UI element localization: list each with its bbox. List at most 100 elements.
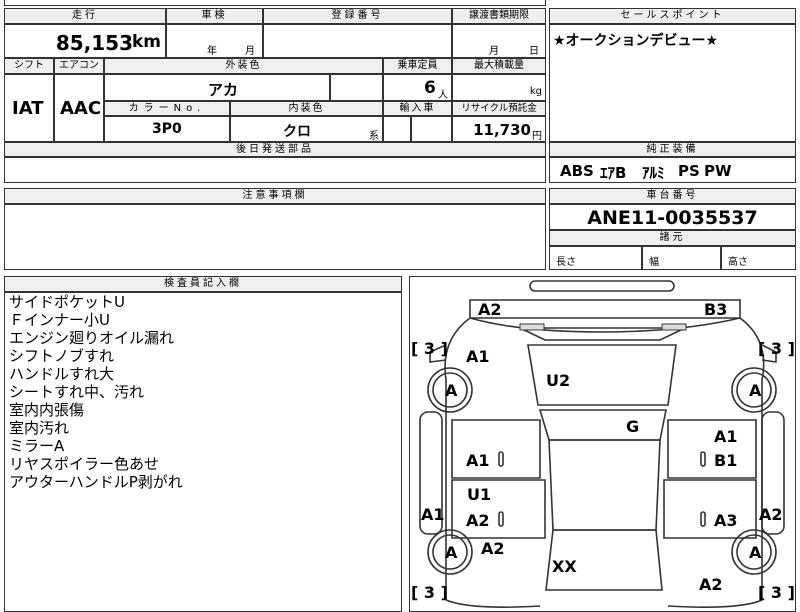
interior-color-label: 内装色 bbox=[230, 101, 383, 116]
tire-grade-front-left: [ 3 ] bbox=[411, 339, 448, 358]
transfer-deadline-label: 譲渡書類期限 bbox=[452, 8, 546, 24]
inspector-label: 検査員記入欄 bbox=[4, 276, 402, 292]
tire-grade-front-right: [ 3 ] bbox=[758, 339, 795, 358]
chassis-cell: ANE11-0035537 bbox=[549, 204, 796, 230]
damage-diagram-panel: [ 3 ] [ 3 ] [ 3 ] [ 3 ] A A A A A2 B3 A1… bbox=[409, 276, 796, 612]
exterior-color-cell: アカ bbox=[104, 74, 330, 101]
right-front-handle bbox=[700, 451, 706, 467]
color-no-cell: 3P0 bbox=[104, 116, 230, 142]
mileage-label: 走行 bbox=[4, 8, 166, 24]
width-label: 幅 bbox=[649, 257, 659, 268]
mark-hood-left: A1 bbox=[466, 347, 490, 366]
wheel-mark-rear-left: A bbox=[445, 543, 458, 562]
equipment-item-pw: PW bbox=[704, 162, 732, 180]
mark-windshield: U2 bbox=[546, 371, 570, 390]
car-outline-diagram: [ 3 ] [ 3 ] [ 3 ] [ 3 ] A A A A A2 B3 A1… bbox=[411, 280, 795, 608]
right-front-door-outline bbox=[667, 419, 757, 479]
interior-color-cell: クロ 系 bbox=[230, 116, 383, 142]
inspector-note-line: シフトノブすれ bbox=[9, 347, 115, 365]
inspector-note-line: リヤスポイラー色あせ bbox=[9, 455, 160, 473]
mark-rear-quarter-left: A2 bbox=[481, 539, 505, 558]
inspection-label: 車検 bbox=[166, 8, 263, 24]
mark-rear-door-left-b: A2 bbox=[466, 511, 490, 530]
length-label: 長さ bbox=[556, 257, 576, 268]
shift-value: IAT bbox=[12, 98, 44, 119]
roof-outline bbox=[548, 439, 661, 531]
capacity-cell: 6 人 bbox=[383, 74, 452, 101]
color-no-value: 3P0 bbox=[152, 121, 182, 137]
inspector-note-line: エンジン廻りオイル漏れ bbox=[9, 329, 175, 347]
mark-rear-door-left-a: U1 bbox=[467, 485, 491, 504]
max-load-cell: kg bbox=[452, 74, 546, 101]
import-cell-b bbox=[411, 116, 452, 142]
mark-rear-window: XX bbox=[552, 557, 577, 576]
wheel-mark-front-left: A bbox=[445, 381, 458, 400]
import-cell-a bbox=[383, 116, 411, 142]
equipment-cell: ABS ｴｱB ｱﾙﾐ PS PW bbox=[549, 157, 796, 183]
chassis-number: ANE11-0035537 bbox=[587, 207, 758, 229]
capacity-unit: 人 bbox=[438, 90, 448, 101]
left-rear-handle bbox=[498, 511, 504, 527]
length-cell: 長さ bbox=[549, 246, 642, 270]
transfer-month-unit: 月 bbox=[489, 46, 499, 57]
mark-front-door-right-b: B1 bbox=[714, 451, 737, 470]
inspector-note-line: Ｆインナー小U bbox=[9, 311, 110, 329]
exterior-color-value: アカ bbox=[208, 81, 239, 99]
mark-side-left: A1 bbox=[421, 505, 445, 524]
capacity-label: 乗車定員 bbox=[383, 58, 452, 74]
equipment-item-abs: ABS bbox=[560, 162, 594, 180]
inspector-note-line: ハンドルすれ大 bbox=[9, 365, 115, 383]
color-no-label: カラーNo. bbox=[104, 101, 230, 116]
top-cut-strip bbox=[4, 0, 546, 6]
mark-front-door-right-a: A1 bbox=[714, 427, 738, 446]
registration-cell bbox=[263, 24, 452, 58]
exterior-color-extra-cell bbox=[330, 74, 383, 101]
inspector-note-line: サイドポケットU bbox=[9, 293, 125, 311]
mark-front-left: A2 bbox=[478, 300, 502, 319]
front-grille-outline bbox=[469, 317, 741, 333]
wheel-mark-rear-right: A bbox=[749, 543, 762, 562]
inspection-cell: 年 月 bbox=[166, 24, 263, 58]
exterior-color-label: 外装色 bbox=[104, 58, 383, 74]
shift-cell: IAT bbox=[4, 74, 54, 142]
left-rear-quarter-outline bbox=[445, 599, 541, 608]
equipment-item-alloy: ｱﾙﾐ bbox=[642, 164, 665, 182]
mark-rear-right: A2 bbox=[699, 575, 723, 594]
inspector-note-line: 室内汚れ bbox=[9, 419, 70, 437]
sales-point-label: セールスポイント bbox=[549, 8, 796, 24]
right-rear-handle bbox=[700, 511, 706, 527]
mileage-cell: 85,153 km bbox=[4, 24, 166, 58]
max-load-unit: kg bbox=[529, 86, 542, 97]
recycle-label: リサイクル預託金 bbox=[452, 101, 546, 116]
transfer-deadline-cell: 月 日 bbox=[452, 24, 546, 58]
mark-side-right: A2 bbox=[759, 505, 783, 524]
height-cell: 高さ bbox=[721, 246, 796, 270]
transfer-day-unit: 日 bbox=[529, 46, 539, 57]
interior-color-suffix: 系 bbox=[369, 131, 379, 142]
mark-roof: G bbox=[626, 417, 639, 436]
registration-label: 登録番号 bbox=[263, 8, 452, 24]
front-fascia-outline bbox=[469, 299, 741, 319]
right-rear-door-outline bbox=[663, 479, 757, 539]
ac-label: エアコン bbox=[54, 58, 104, 74]
later-parts-label: 後日発送部品 bbox=[4, 142, 546, 157]
equipment-item-ps: PS bbox=[678, 162, 700, 180]
shift-label: シフト bbox=[4, 58, 54, 74]
inspector-note-line: ミラーA bbox=[9, 437, 65, 455]
sales-point-text: ★オークションデビュー★ bbox=[553, 33, 719, 49]
front-bumper-outline bbox=[529, 280, 675, 292]
mark-front-right: B3 bbox=[704, 300, 727, 319]
equipment-label: 純正装備 bbox=[549, 142, 796, 157]
inspection-month-unit: 月 bbox=[245, 46, 255, 57]
left-front-handle bbox=[498, 451, 504, 467]
wheel-mark-front-right: A bbox=[749, 381, 762, 400]
notes-label: 注意事項欄 bbox=[4, 188, 546, 204]
height-label: 高さ bbox=[728, 257, 748, 268]
recycle-unit: 円 bbox=[532, 131, 542, 142]
inspection-year-unit: 年 bbox=[207, 46, 217, 57]
hood-vent-right bbox=[661, 323, 687, 331]
right-rear-quarter-outline bbox=[667, 599, 763, 608]
chassis-label: 車台番号 bbox=[549, 188, 796, 204]
sales-point-cell: ★オークションデビュー★ bbox=[549, 24, 796, 142]
inspector-note-line: シートすれ中、汚れ bbox=[9, 383, 145, 401]
